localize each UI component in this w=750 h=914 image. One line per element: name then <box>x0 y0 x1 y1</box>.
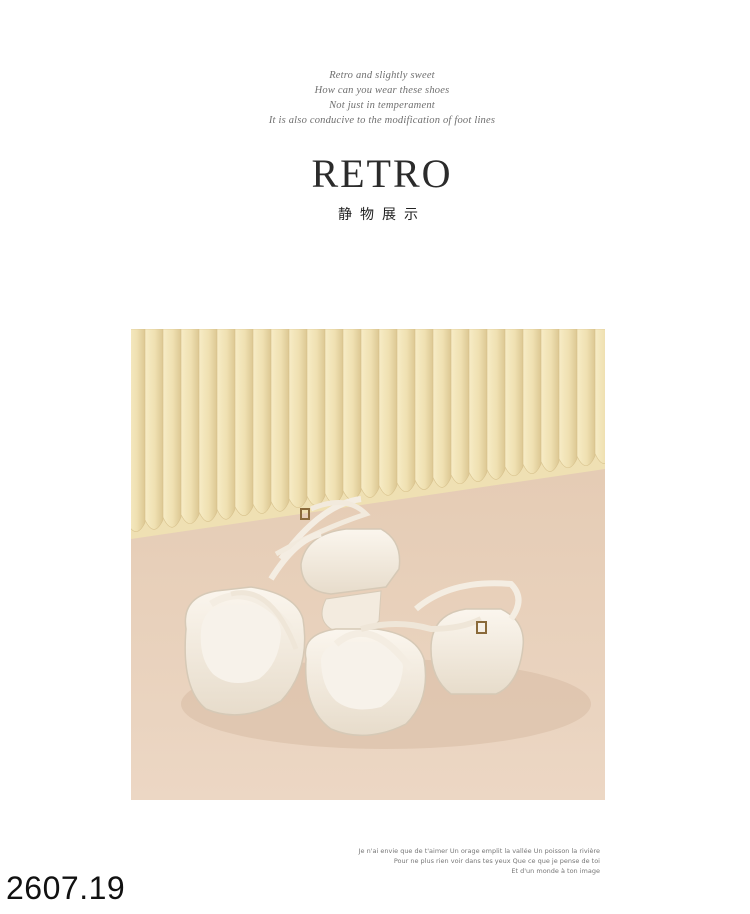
page-subtitle: 静物展示 <box>338 207 426 223</box>
caption-line: Pour ne plus rien voir dans tes yeux Que… <box>393 857 600 865</box>
caption: Je n'ai envie que de t'aimer Un orage em… <box>330 846 600 876</box>
backdrop-pleat <box>594 329 605 464</box>
product-code: 2607.19 <box>6 870 126 906</box>
tagline: Retro and slightly sweet How can you wea… <box>0 68 750 128</box>
backdrop-pleat <box>144 329 164 530</box>
backdrop-pleat <box>558 329 578 469</box>
backdrop-pleat <box>216 329 236 520</box>
backdrop-pleat <box>432 329 452 488</box>
backdrop-pleat <box>378 329 398 496</box>
tagline-line: How can you wear these shoes <box>314 85 450 96</box>
backdrop-pleat <box>504 329 524 477</box>
tagline-line: Retro and slightly sweet <box>329 70 435 81</box>
backdrop-pleat <box>131 329 146 532</box>
backdrop-pleat <box>270 329 290 512</box>
backdrop-pleat <box>486 329 506 480</box>
backdrop-pleat <box>540 329 560 472</box>
tagline-line: Not just in temperament <box>329 100 435 111</box>
backdrop-pleat <box>306 329 326 506</box>
backdrop-pleat <box>252 329 272 514</box>
backdrop-pleat <box>234 329 254 516</box>
caption-line: Je n'ai envie que de t'aimer Un orage em… <box>358 847 600 855</box>
backdrop-pleat <box>288 329 308 508</box>
caption-line: Et d'un monde à ton image <box>511 867 600 875</box>
backdrop-pleat <box>162 329 182 528</box>
backdrop-pleat <box>360 329 380 498</box>
backdrop-pleat <box>414 329 434 490</box>
backdrop-pleat <box>396 329 416 493</box>
backdrop-pleat <box>324 329 344 504</box>
backdrop-pleat <box>198 329 218 522</box>
sandal-photo-icon <box>131 329 605 800</box>
backdrop-pleat <box>180 329 200 524</box>
backdrop-pleat <box>576 329 596 466</box>
tagline-line: It is also conducive to the modification… <box>268 115 496 126</box>
backdrop-pleat <box>450 329 470 485</box>
page-title: RETRO <box>311 151 453 196</box>
backdrop-pleat <box>522 329 542 474</box>
backdrop-pleat <box>342 329 362 500</box>
product-photo <box>131 329 605 800</box>
backdrop-pleat <box>468 329 488 482</box>
